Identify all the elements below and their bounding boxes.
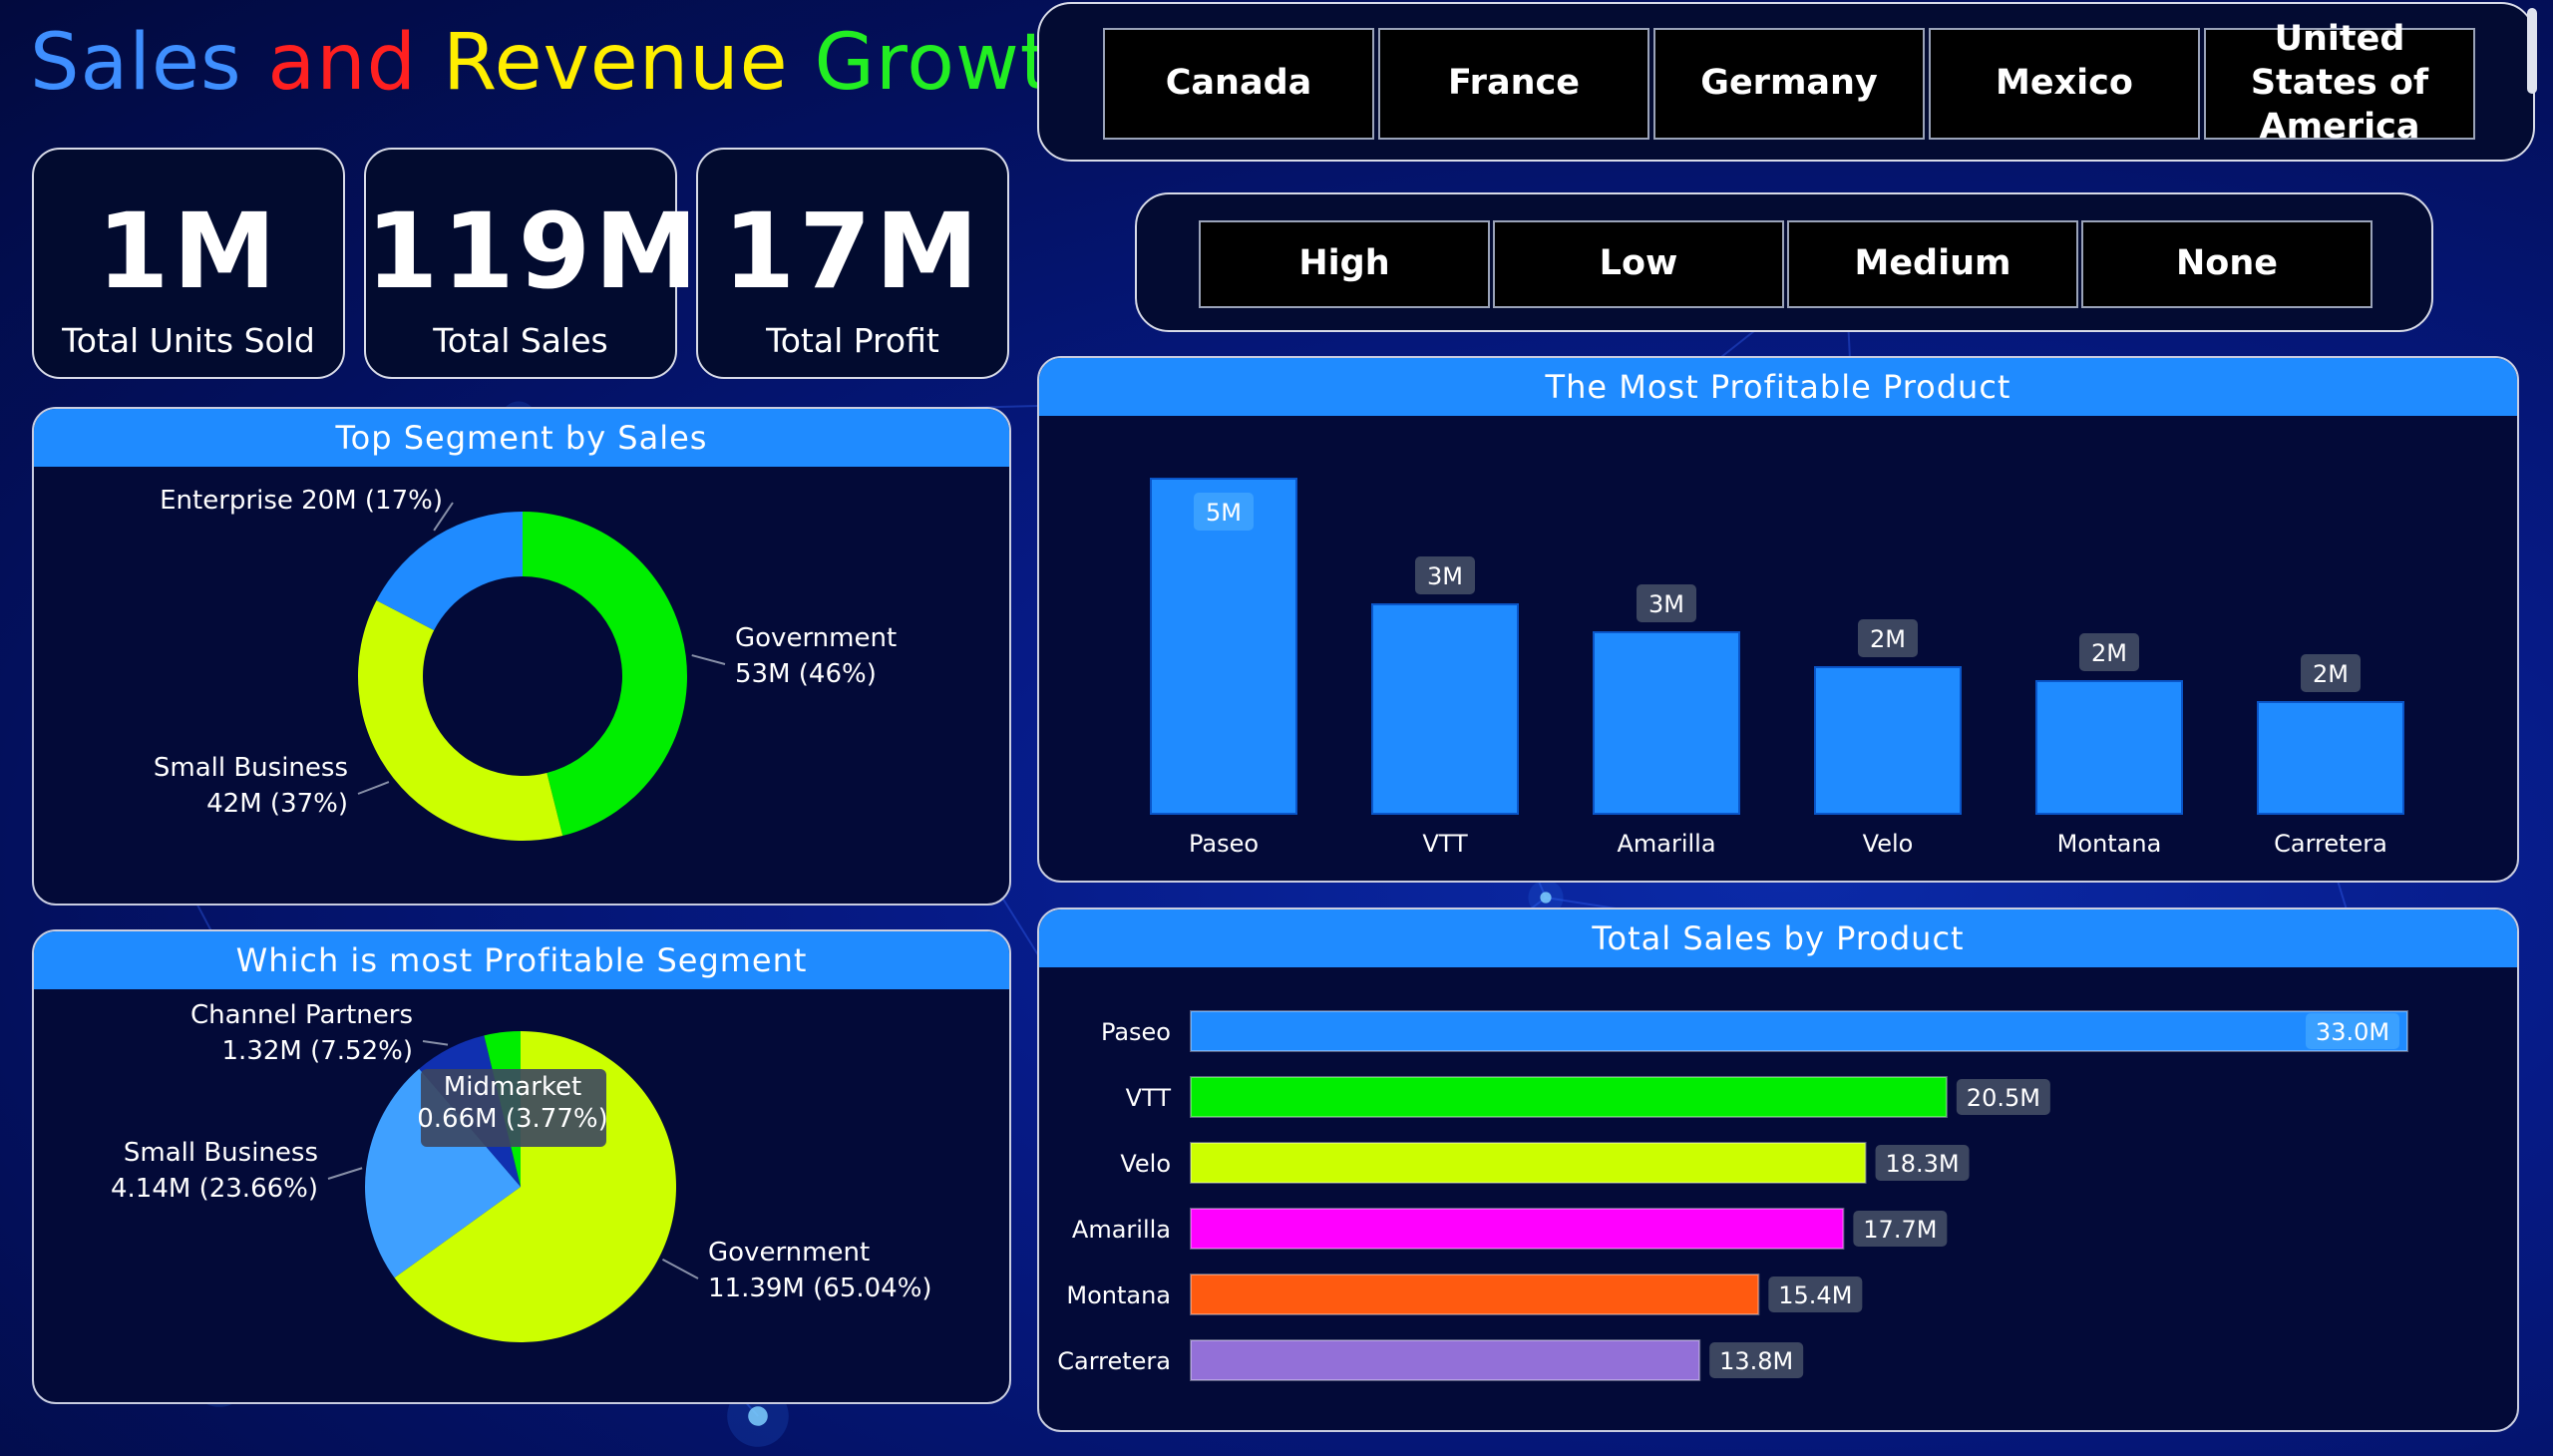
most-profitable-segment-card: Which is most Profitable Segment Governm… — [32, 929, 1011, 1404]
bar-amarilla — [1593, 631, 1740, 815]
x-tick-label: Montana — [2057, 830, 2162, 858]
data-label: 4.14M (23.66%) — [111, 1174, 318, 1204]
profitable-product-bar-chart: 5M Paseo 3M VTT 3M Amarilla 2M Velo 2M Montana 2M C… — [1150, 478, 2404, 858]
data-label: 11.39M (65.04%) — [708, 1274, 932, 1303]
x-tick-label: Paseo — [1189, 830, 1259, 858]
data-label: 2M — [2313, 660, 2349, 688]
leader-line — [691, 654, 726, 665]
x-tick-label: Velo — [1863, 830, 1914, 858]
slicer-chip-united-states-of-america[interactable]: United States of America — [2204, 19, 2475, 147]
data-label: Small Business — [154, 753, 348, 783]
slicer-chip-medium[interactable]: Medium — [1787, 220, 2078, 308]
bar-carretera — [1190, 1339, 1701, 1381]
kpi-value: 1M — [97, 190, 280, 312]
bar-montana — [1190, 1274, 1760, 1315]
leader-line — [357, 781, 390, 795]
data-label: 15.4M — [1778, 1281, 1852, 1309]
bar-montana — [2035, 680, 2183, 815]
bar-vtt — [1190, 1076, 1948, 1118]
kpi-value: 17M — [722, 190, 983, 312]
kpi-label: Total Sales — [433, 321, 608, 360]
slicer-chip-mexico[interactable]: Mexico — [1929, 28, 2200, 140]
slicer-chip-none[interactable]: None — [2081, 220, 2372, 308]
leader-line — [422, 1040, 449, 1046]
x-tick-label: VTT — [1422, 830, 1468, 858]
data-label: 42M (37%) — [206, 789, 348, 819]
data-label: Enterprise 20M (17%) — [160, 486, 443, 516]
data-label: 53M (46%) — [735, 659, 877, 689]
data-label: 33.0M — [2316, 1018, 2389, 1046]
bar-velo — [1814, 666, 1962, 815]
data-label: 20.5M — [1967, 1084, 2040, 1112]
title-word: Sales — [30, 18, 242, 108]
data-label: 2M — [2091, 639, 2127, 667]
top-segment-donut-chart: Government 53M (46%) Small Business 42M (37… — [154, 486, 897, 841]
sales-by-product-bar-chart: Paseo 33.0M VTT 20.5M Velo 18.3M Amarilla 17.7M… — [1057, 1010, 2408, 1381]
scrollbar[interactable] — [2527, 8, 2537, 94]
bar-amarilla — [1190, 1208, 1845, 1250]
data-label: 0.66M (3.77%) — [417, 1104, 607, 1134]
data-label: 18.3M — [1885, 1150, 1959, 1178]
slicer-chip-low[interactable]: Low — [1493, 220, 1784, 308]
bar-vtt — [1371, 603, 1519, 815]
y-tick-label: VTT — [1126, 1084, 1172, 1112]
slicer-chip-france[interactable]: France — [1378, 28, 1649, 140]
x-tick-label: Carretera — [2274, 830, 2387, 858]
top-segment-by-sales-card: Top Segment by Sales Government 53M (46%)… — [32, 407, 1011, 906]
kpi-card-total-sales: 119M Total Sales — [364, 148, 702, 379]
data-label: 1.32M (7.52%) — [222, 1036, 413, 1066]
y-tick-label: Paseo — [1101, 1018, 1171, 1046]
most-profitable-product-card: The Most Profitable Product 5M Paseo 3M VTT… — [1037, 356, 2519, 883]
bar-carretera — [2257, 701, 2404, 815]
y-tick-label: Amarilla — [1072, 1216, 1171, 1244]
leader-line — [327, 1167, 363, 1180]
kpi-label: Total Units Sold — [62, 321, 315, 360]
y-tick-label: Velo — [1120, 1150, 1171, 1178]
title-word: Revenue — [442, 18, 789, 108]
x-tick-label: Amarilla — [1617, 830, 1715, 858]
data-label: 13.8M — [1719, 1347, 1793, 1375]
y-tick-label: Carretera — [1057, 1347, 1171, 1375]
data-label: Government — [735, 623, 897, 653]
y-tick-label: Montana — [1066, 1281, 1171, 1309]
kpi-card-total-units-sold: 1M Total Units Sold — [32, 148, 345, 379]
profitable-segment-pie-chart: Government 11.39M (65.04%) Small Business 4… — [111, 1000, 932, 1342]
network-node — [748, 1406, 768, 1426]
kpi-label: Total Profit — [766, 321, 939, 360]
total-sales-by-product-card: Total Sales by Product Paseo 33.0M VTT 20.5… — [1037, 908, 2519, 1432]
kpi-card-total-profit: 17M Total Profit — [696, 148, 1009, 379]
data-label: 17.7M — [1863, 1216, 1937, 1244]
network-node — [1540, 892, 1552, 904]
kpi-value: 119M — [366, 190, 702, 312]
slicer-chip-high[interactable]: High — [1199, 220, 1490, 308]
country-slicer: Canada France Germany Mexico United Stat… — [1037, 2, 2535, 162]
data-label: 3M — [1427, 562, 1463, 590]
donut-slice-small-business — [358, 600, 563, 841]
data-label: 5M — [1206, 499, 1242, 527]
title-word: and — [267, 18, 418, 108]
discount-slicer: High Low Medium None — [1135, 192, 2433, 332]
bar-paseo — [1190, 1010, 2408, 1052]
slicer-chip-germany[interactable]: Germany — [1653, 28, 1925, 140]
data-label: Midmarket — [444, 1072, 581, 1102]
data-label: Channel Partners — [190, 1000, 413, 1030]
data-label: 3M — [1648, 590, 1684, 618]
leader-line — [661, 1258, 699, 1279]
bar-velo — [1190, 1142, 1867, 1184]
data-label: Small Business — [124, 1138, 318, 1168]
data-label: Government — [708, 1238, 870, 1268]
page-title: Sales and Revenue Growth — [30, 18, 1102, 108]
slicer-chip-canada[interactable]: Canada — [1103, 28, 1374, 140]
data-label: 2M — [1870, 625, 1906, 653]
